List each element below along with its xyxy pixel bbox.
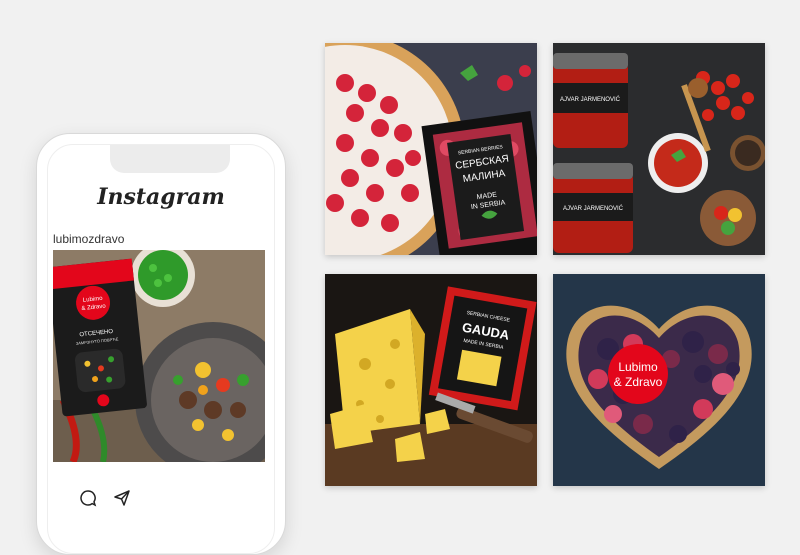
share-icon[interactable]	[113, 489, 131, 512]
tile-raspberry-tart[interactable]: SERBIAN BERRIES СЕРБСКАЯ МАЛИНА MADE IN …	[325, 43, 537, 255]
berries-brand-line1: Lubimo	[618, 360, 658, 374]
tile-ajvar[interactable]: AJVAR JARMENOVIĆ AJVAR JARMENOVIĆ	[553, 43, 765, 255]
comment-icon[interactable]	[79, 489, 97, 512]
instagram-post-image[interactable]: Lubimo & Zdravo ОТСЕЧЕНО ЗАМРЗНУТО ПОВРЋ…	[53, 250, 265, 462]
berries-brand-line2: & Zdravo	[614, 375, 663, 389]
phone-mockup: Instagram lubimozdravo Lubimo & Zdravo О…	[36, 133, 286, 555]
profile-username[interactable]: lubimozdravo	[53, 232, 124, 246]
phone-notch	[110, 145, 230, 173]
post-actions	[79, 489, 131, 512]
instagram-logo: Instagram	[97, 184, 225, 210]
tile-gauda-cheese[interactable]: SERBIAN CHEESE GAUDA MADE IN SERBIA	[325, 274, 537, 486]
ajvar-jar-top-label: AJVAR JARMENOVIĆ	[560, 96, 621, 103]
tile-berries-heart[interactable]: Lubimo & Zdravo	[553, 274, 765, 486]
ajvar-jar-bottom-label: AJVAR JARMENOVIĆ	[563, 205, 624, 212]
